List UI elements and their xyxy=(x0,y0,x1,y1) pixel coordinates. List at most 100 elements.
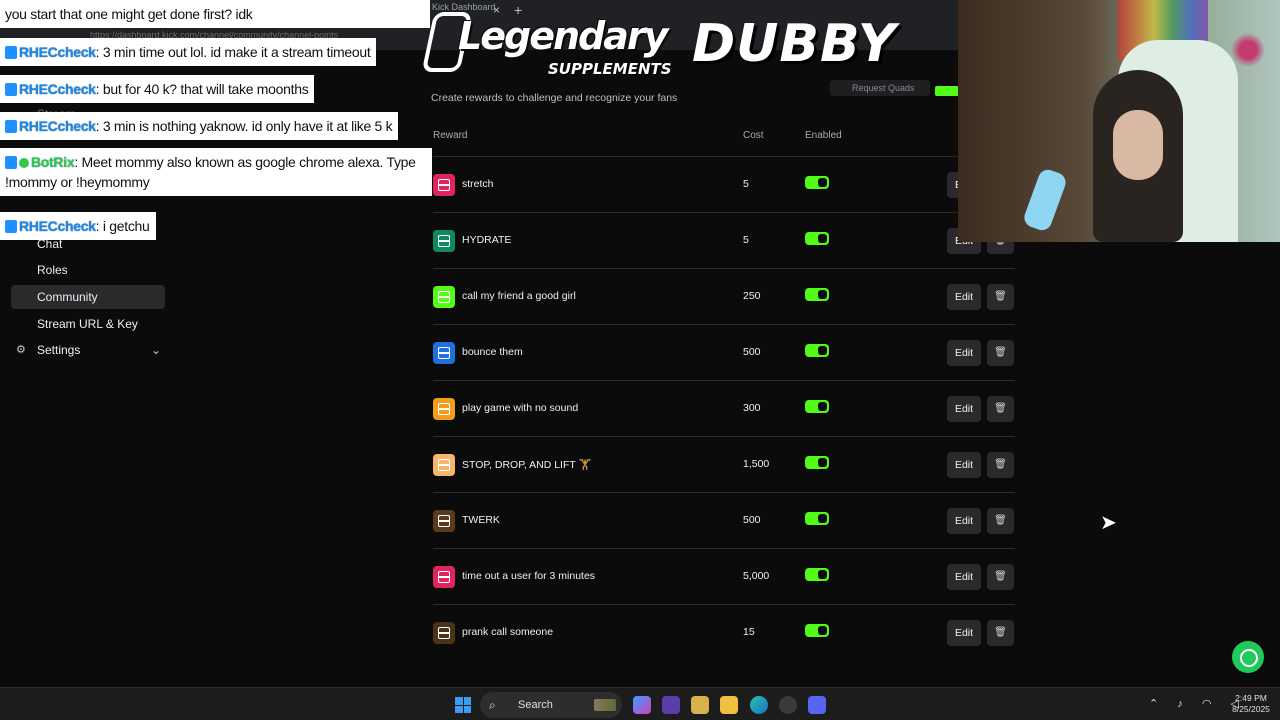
edit-button[interactable]: Edit xyxy=(947,508,981,534)
trash-icon[interactable]: 🗑 xyxy=(987,508,1014,534)
search-highlight-icon xyxy=(594,699,616,711)
reward-row: stretch5Edit🗑 xyxy=(433,156,1015,212)
trash-icon[interactable]: 🗑 xyxy=(987,284,1014,310)
trash-icon[interactable]: 🗑 xyxy=(987,564,1014,590)
chevron-down-icon: ⌄ xyxy=(150,343,161,357)
enabled-toggle[interactable] xyxy=(805,568,829,581)
sidebar-item-roles[interactable]: Roles xyxy=(11,258,165,282)
reward-cost: 5,000 xyxy=(743,570,770,582)
logo-text: Legendary xyxy=(458,14,668,58)
edit-button[interactable]: Edit xyxy=(947,396,981,422)
chat-username: RHECcheck xyxy=(19,218,96,234)
copilot-icon[interactable] xyxy=(633,696,651,714)
kick-badge-icon xyxy=(5,46,17,59)
create-reward-button[interactable] xyxy=(935,86,959,96)
edit-button[interactable]: Edit xyxy=(947,340,981,366)
reward-cost: 5 xyxy=(743,234,749,246)
edit-button[interactable]: Edit xyxy=(947,452,981,478)
chat-message: RHECcheck: i getchu xyxy=(0,212,156,240)
enabled-toggle[interactable] xyxy=(805,232,829,245)
discord-icon[interactable] xyxy=(808,696,826,714)
chat-message: you start that one might get done first?… xyxy=(0,0,430,28)
chat-text: : but for 40 k? that will take moonths xyxy=(95,81,309,97)
gift-icon xyxy=(433,286,455,308)
reward-cost: 1,500 xyxy=(743,458,770,470)
kick-badge-icon xyxy=(5,120,17,133)
reward-cost: 300 xyxy=(743,402,761,414)
page-subtitle: Create rewards to challenge and recogniz… xyxy=(431,92,678,104)
reward-cost: 250 xyxy=(743,290,761,302)
trash-icon[interactable]: 🗑 xyxy=(987,620,1014,646)
edit-button[interactable]: Edit xyxy=(947,620,981,646)
webcam-feed xyxy=(958,0,1280,242)
enabled-toggle[interactable] xyxy=(805,344,829,357)
enabled-toggle[interactable] xyxy=(805,624,829,637)
app-icon[interactable] xyxy=(662,696,680,714)
request-quads-button[interactable]: Request Quads xyxy=(830,80,930,96)
clock-time: 2:49 PM xyxy=(1235,693,1267,703)
reward-row: prank call someone 15 Edit 🗑 xyxy=(433,604,1015,660)
kick-badge-icon xyxy=(5,83,17,96)
enabled-toggle[interactable] xyxy=(805,176,829,189)
trash-icon[interactable]: 🗑 xyxy=(987,340,1014,366)
sidebar-item-stream-url-key[interactable]: Stream URL & Key xyxy=(11,312,165,336)
sidebar-item-community[interactable]: Community xyxy=(11,285,165,309)
reward-row: time out a user for 3 minutes 5,000 Edit 🗑 xyxy=(433,548,1015,604)
clock[interactable]: 2:49 PM 8/25/2025 xyxy=(1228,693,1274,715)
reward-name: HYDRATE xyxy=(462,234,512,246)
chat-text: : 3 min is nothing yaknow. id only have … xyxy=(95,118,393,134)
reward-row: STOP, DROP, AND LIFT 🏋 1,500 Edit 🗑 xyxy=(433,436,1015,492)
reward-cost: 500 xyxy=(743,514,761,526)
enabled-toggle[interactable] xyxy=(805,288,829,301)
reward-name: play game with no sound xyxy=(462,402,579,414)
microphone xyxy=(1021,167,1069,233)
gift-icon xyxy=(433,510,455,532)
chat-message: RHECcheck: 3 min time out lol. id make i… xyxy=(0,38,377,66)
file-explorer-icon[interactable] xyxy=(720,696,738,714)
column-header-reward: Reward xyxy=(433,130,468,141)
reward-name: stretch xyxy=(462,178,494,190)
windows-start-icon[interactable] xyxy=(455,697,471,713)
chat-username: BotRix xyxy=(31,154,75,170)
screen: Kick Dashboard × + https://dashboard.kic… xyxy=(0,0,1280,720)
reward-row: call my friend a good girl 250 Edit 🗑 xyxy=(433,268,1015,324)
trash-icon[interactable]: 🗑 xyxy=(987,452,1014,478)
chat-username: RHECcheck xyxy=(19,44,96,60)
trash-icon[interactable]: 🗑 xyxy=(987,396,1014,422)
reward-name: bounce them xyxy=(462,346,523,358)
chat-text: : 3 min time out lol. id make it a strea… xyxy=(95,44,371,60)
chrome-icon[interactable] xyxy=(779,696,797,714)
kick-badge-icon xyxy=(5,156,17,169)
dubby-logo: DUBBY xyxy=(692,14,897,74)
reward-cost: 15 xyxy=(743,626,755,638)
column-header-enabled: Enabled xyxy=(805,130,842,141)
sidebar-item-settings[interactable]: ⚙ Settings ⌄ xyxy=(11,338,165,362)
edge-icon[interactable] xyxy=(750,696,768,714)
reward-name: TWERK xyxy=(462,514,500,526)
chat-message: BotRix: Meet mommy also known as google … xyxy=(0,148,432,196)
edit-button[interactable]: Edit xyxy=(947,284,981,310)
taskbar-search[interactable]: ⌕ Search xyxy=(480,692,622,718)
gift-icon xyxy=(433,342,455,364)
search-label: Search xyxy=(518,699,553,711)
verified-icon xyxy=(19,158,29,168)
reward-name: call my friend a good girl xyxy=(462,290,576,302)
enabled-toggle[interactable] xyxy=(805,512,829,525)
chat-message: RHECcheck: 3 min is nothing yaknow. id o… xyxy=(0,112,399,140)
reward-row: HYDRATE5Edit🗑 xyxy=(433,212,1015,268)
gift-icon xyxy=(433,566,455,588)
enabled-toggle[interactable] xyxy=(805,456,829,469)
logo-subtext: SUPPLEMENTS xyxy=(548,60,672,78)
chat-text: you start that one might get done first?… xyxy=(5,6,253,22)
gear-icon: ⚙ xyxy=(16,344,26,356)
reward-row: play game with no sound 300 Edit 🗑 xyxy=(433,380,1015,436)
app-icon[interactable] xyxy=(691,696,709,714)
reward-cost: 500 xyxy=(743,346,761,358)
gift-icon xyxy=(433,174,455,196)
sidebar-item-label: Stream URL & Key xyxy=(37,317,138,331)
reward-name: prank call someone xyxy=(462,626,554,638)
support-chat-icon[interactable] xyxy=(1232,641,1264,673)
kick-badge-icon xyxy=(5,220,17,233)
enabled-toggle[interactable] xyxy=(805,400,829,413)
edit-button[interactable]: Edit xyxy=(947,564,981,590)
